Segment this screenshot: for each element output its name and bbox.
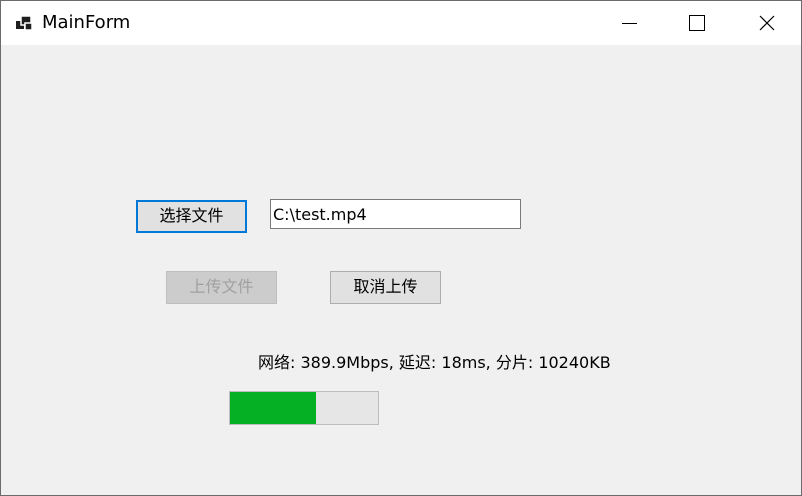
main-window: MainForm 选择文件 上传文件 取消上传 网络: 389.9Mbps, 延… bbox=[0, 0, 802, 496]
minimize-button[interactable] bbox=[604, 1, 650, 45]
progress-fill bbox=[230, 392, 316, 424]
upload-progress-bar bbox=[229, 391, 379, 425]
title-bar[interactable]: MainForm bbox=[1, 1, 801, 45]
maximize-icon bbox=[689, 15, 705, 31]
minimize-icon bbox=[622, 23, 637, 24]
network-status-label: 网络: 389.9Mbps, 延迟: 18ms, 分片: 10240KB bbox=[258, 353, 611, 372]
file-path-input[interactable] bbox=[270, 199, 521, 229]
cancel-upload-button[interactable]: 取消上传 bbox=[330, 271, 441, 304]
select-file-button[interactable]: 选择文件 bbox=[136, 200, 247, 233]
maximize-button[interactable] bbox=[673, 1, 719, 45]
close-button[interactable] bbox=[743, 1, 789, 45]
upload-file-button[interactable]: 上传文件 bbox=[166, 271, 277, 304]
close-icon bbox=[759, 15, 775, 31]
window-title: MainForm bbox=[42, 12, 131, 33]
app-window-icon bbox=[16, 15, 33, 31]
